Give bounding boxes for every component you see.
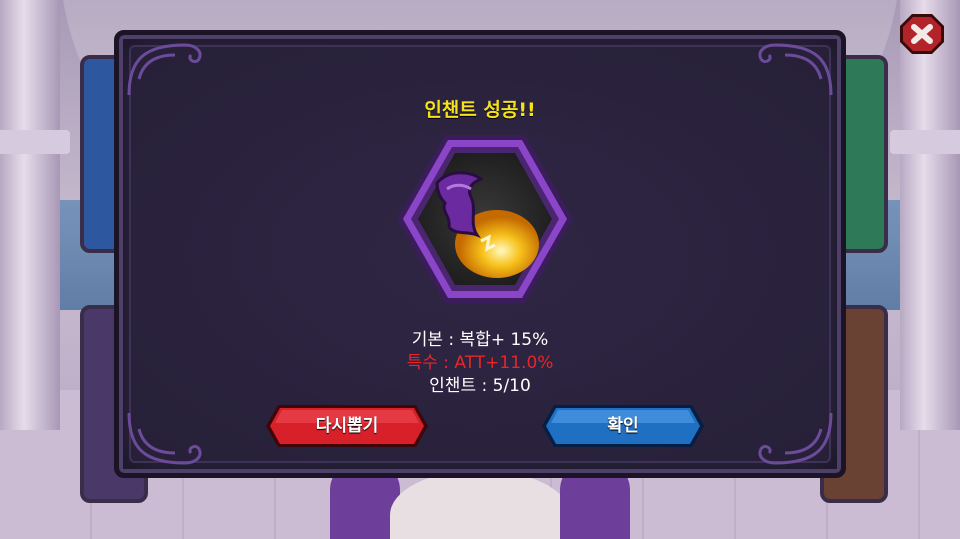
item-slot <box>393 131 577 307</box>
dialog-title: 인챈트 성공!! <box>424 99 536 121</box>
enchant-level-text: 인챈트 : 5/10 <box>429 376 531 396</box>
close-button[interactable] <box>898 12 946 56</box>
redraw-button[interactable]: 다시뽑기 <box>264 403 430 449</box>
special-stat-text: 특수 : ATT+11.0% <box>406 353 554 373</box>
confirm-button[interactable]: 확인 <box>540 403 706 449</box>
corner-ornament-icon <box>125 409 215 469</box>
corner-ornament-icon <box>745 39 835 99</box>
confirm-button-label: 확인 <box>607 416 639 436</box>
pillar-left <box>0 0 70 430</box>
corner-ornament-icon <box>745 409 835 469</box>
enchant-stone-icon <box>397 135 573 303</box>
redraw-button-label: 다시뽑기 <box>315 416 379 436</box>
enchant-result-dialog: 인챈트 성공!! 기본 : 복합+ 15% 특수: ATT+11.0% 인챈트… <box>114 30 846 478</box>
stats-block: 기본 : 복합+ 15% 특수 : ATT+11.0% 인챈트 : 5/10 <box>119 329 841 398</box>
pillar-right <box>890 0 960 430</box>
base-stat-text: 기본 : 복합+ 15% <box>411 330 549 350</box>
corner-ornament-icon <box>125 39 215 99</box>
close-x-icon <box>900 14 944 54</box>
